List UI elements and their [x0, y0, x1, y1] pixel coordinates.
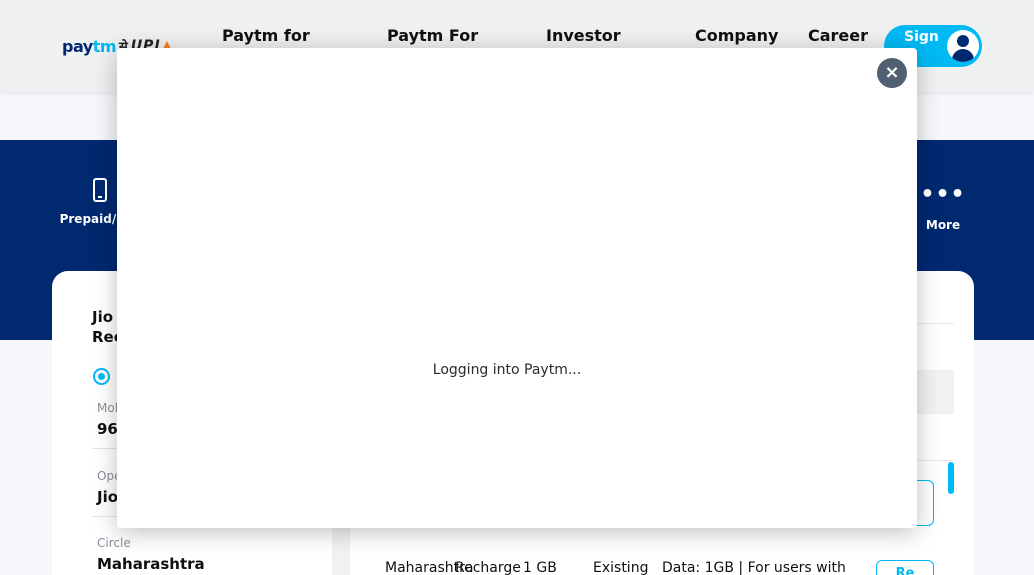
logo-text-pay: pay: [62, 36, 93, 56]
nav-investor-relations[interactable]: Investor: [546, 26, 621, 45]
nav-paytm-for-consumer[interactable]: Paytm for: [222, 26, 310, 45]
mobile-number-field[interactable]: 96: [97, 420, 118, 438]
category-more[interactable]: ••• More: [913, 182, 973, 233]
operator-field[interactable]: Jio: [97, 488, 118, 506]
sign-in-label: Sign: [904, 29, 939, 45]
plan-users: Existing: [593, 560, 649, 575]
plans-scrollbar[interactable]: [948, 462, 954, 494]
plan-description: Data: 1GB | For users with: [662, 560, 846, 575]
circle-field[interactable]: Maharashtra: [97, 555, 205, 573]
nav-paytm-for-business[interactable]: Paytm For: [387, 26, 478, 45]
mobile-phone-icon: [93, 178, 107, 202]
prepaid-radio[interactable]: [93, 368, 110, 385]
plan-type: Recharge: [455, 560, 521, 575]
category-label: More: [925, 218, 961, 232]
more-dots-icon: •••: [920, 182, 966, 207]
circle-label: Circle: [97, 536, 131, 550]
logo-text-tm: tm: [92, 36, 117, 56]
plan-data: 1 GB: [523, 560, 557, 575]
loading-message: Logging into Paytm...: [432, 362, 582, 378]
nav-career[interactable]: Career: [808, 26, 868, 45]
close-icon[interactable]: ×: [877, 58, 907, 88]
user-avatar-icon: [947, 30, 979, 62]
login-modal: × Logging into Paytm...: [117, 48, 917, 528]
plan-recharge-button[interactable]: Re: [876, 560, 934, 575]
nav-company[interactable]: Company: [695, 26, 778, 45]
